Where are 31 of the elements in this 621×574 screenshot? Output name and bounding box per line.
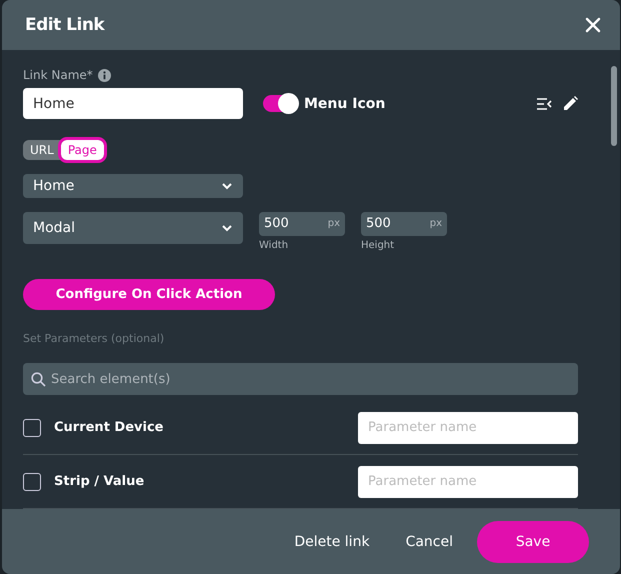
menu-collapse-icon[interactable] xyxy=(537,98,552,110)
size-label: Width xyxy=(259,240,290,251)
checkbox[interactable] xyxy=(23,418,41,436)
link-name-input[interactable]: Home xyxy=(23,88,243,119)
menu-icon-toggle[interactable] xyxy=(263,95,297,112)
dialog-title: Edit Link xyxy=(25,15,106,35)
parameter-name-input[interactable]: Parameter name xyxy=(358,412,578,444)
chevron-down-icon xyxy=(221,182,233,190)
close-icon[interactable] xyxy=(585,17,601,33)
footer-button[interactable]: Delete link xyxy=(282,526,382,558)
size-input[interactable]: 500 px xyxy=(361,212,447,236)
footer-button[interactable]: Cancel xyxy=(394,526,465,558)
search-field[interactable]: Search element(s) xyxy=(23,363,578,395)
section-heading: Set Parameters (optional) xyxy=(23,332,166,345)
size-label: Height xyxy=(361,240,396,251)
size-input[interactable]: 500 px xyxy=(259,212,345,236)
parameter-name-input[interactable]: Parameter name xyxy=(358,466,578,498)
parameter-label: Current Device xyxy=(54,420,164,435)
chevron-down-icon xyxy=(221,224,233,232)
info-icon[interactable] xyxy=(98,68,111,82)
link-type-tab[interactable]: URL xyxy=(23,140,61,160)
link-type-tab[interactable]: Page xyxy=(60,140,104,160)
checkbox[interactable] xyxy=(23,472,41,490)
configure-action-button[interactable]: Configure On Click Action xyxy=(23,278,275,310)
parameter-label: Strip / Value xyxy=(54,474,144,489)
pencil-icon[interactable] xyxy=(563,96,578,111)
page-select[interactable]: Home xyxy=(23,174,243,198)
toggle-label: Menu Icon xyxy=(304,96,386,112)
footer-button[interactable]: Save xyxy=(477,520,589,562)
field-label: Link Name* xyxy=(23,68,93,82)
open-as-select[interactable]: Modal xyxy=(23,212,243,244)
